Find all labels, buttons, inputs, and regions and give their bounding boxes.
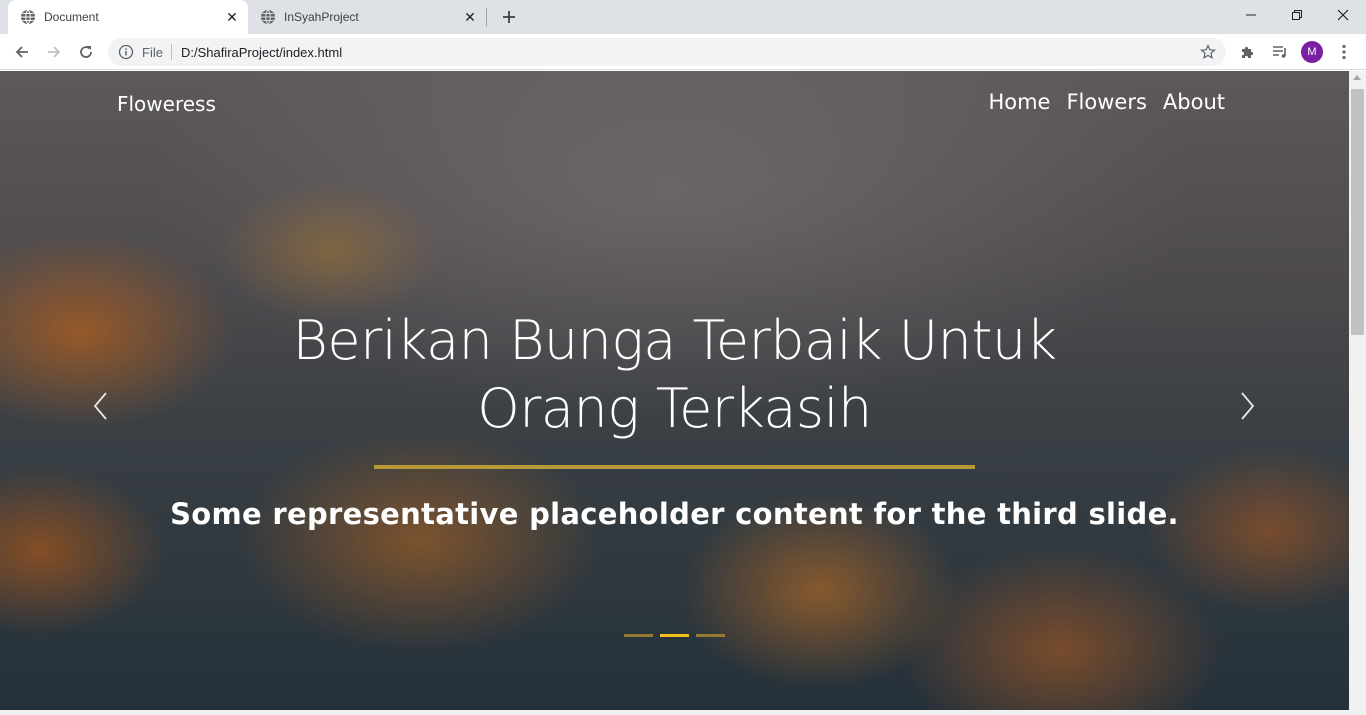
tab-title: Document (44, 10, 99, 24)
close-icon (1337, 9, 1349, 21)
minimize-icon (1246, 14, 1256, 16)
window-bottom-edge (0, 710, 1366, 715)
arrow-right-icon (48, 46, 61, 58)
forward-button[interactable] (40, 38, 68, 66)
nav-about[interactable]: About (1163, 90, 1225, 114)
restore-icon (1292, 10, 1302, 20)
heading-divider (374, 465, 975, 469)
puzzle-icon (1242, 46, 1254, 58)
tab-strip: Document ✕ InSyahProject ✕ (0, 0, 1366, 34)
carousel-indicator[interactable] (696, 634, 725, 637)
new-tab-button[interactable] (498, 6, 520, 28)
browser-menu-button[interactable] (1334, 42, 1354, 62)
star-icon[interactable] (1200, 44, 1216, 60)
address-bar[interactable]: File D:/ShafiraProject/index.html (108, 38, 1226, 66)
tab-title: InSyahProject (284, 10, 359, 24)
more-vert-icon (1342, 44, 1346, 60)
globe-icon (261, 9, 275, 25)
minimize-button[interactable] (1228, 0, 1274, 30)
url-text[interactable]: D:/ShafiraProject/index.html (181, 45, 1200, 60)
site-brand[interactable]: Floweress (117, 92, 216, 116)
back-button[interactable] (8, 38, 36, 66)
address-separator (170, 44, 172, 60)
scheme-label: File (142, 44, 163, 60)
carousel-indicator-active[interactable] (660, 634, 689, 637)
reload-icon (80, 46, 92, 58)
vertical-scrollbar[interactable] (1349, 71, 1366, 710)
arrow-left-icon (15, 46, 28, 58)
restore-button[interactable] (1274, 0, 1320, 30)
close-icon[interactable]: ✕ (224, 9, 240, 25)
media-control-button[interactable] (1270, 42, 1290, 62)
hero-heading: Berikan Bunga Terbaik Untuk Orang Terkas… (292, 309, 1057, 440)
nav-home[interactable]: Home (988, 90, 1050, 114)
info-icon[interactable] (118, 44, 134, 60)
scroll-up-arrow-icon[interactable] (1353, 75, 1361, 80)
nav-flowers[interactable]: Flowers (1066, 90, 1146, 114)
profile-avatar[interactable]: M (1301, 41, 1323, 63)
carousel-caption: Berikan Bunga Terbaik Untuk Orang Terkas… (0, 307, 1349, 531)
tab-document[interactable]: Document ✕ (8, 0, 248, 34)
page-viewport: Floweress Home Flowers About Berikan Bun… (0, 71, 1349, 710)
hero-subtext: Some representative placeholder content … (170, 497, 1179, 531)
site-nav: Home Flowers About (988, 90, 1225, 114)
tab-insyahproject[interactable]: InSyahProject ✕ (248, 0, 486, 34)
tab-separator (486, 8, 487, 26)
close-icon[interactable]: ✕ (462, 9, 478, 25)
carousel-indicator[interactable] (624, 634, 653, 637)
globe-icon (21, 9, 35, 25)
extensions-button[interactable] (1238, 42, 1258, 62)
carousel-indicators (624, 634, 725, 637)
scrollbar-thumb[interactable] (1351, 89, 1364, 335)
window-close-button[interactable] (1320, 0, 1366, 30)
browser-toolbar: File D:/ShafiraProject/index.html M (0, 34, 1366, 70)
plus-icon (503, 11, 515, 23)
reload-button[interactable] (72, 38, 100, 66)
playlist-icon (1273, 46, 1286, 58)
